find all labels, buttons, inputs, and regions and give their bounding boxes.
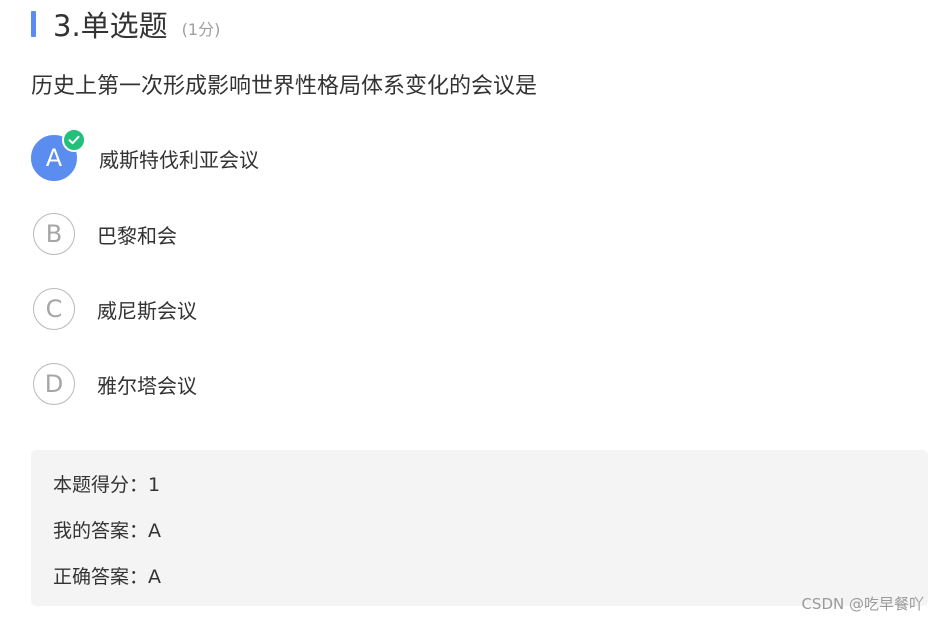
quiz-page: 3.单选题 (1分) 历史上第一次形成影响世界性格局体系变化的会议是 A 威斯特… xyxy=(0,0,939,622)
result-panel: 本题得分：1 我的答案：A 正确答案：A xyxy=(31,450,928,606)
option-c-text: 威尼斯会议 xyxy=(97,298,197,323)
option-b-letter: B xyxy=(45,220,63,248)
score-line: 本题得分：1 xyxy=(53,474,161,496)
option-d-circle[interactable]: D xyxy=(33,363,75,405)
check-icon xyxy=(62,128,86,152)
option-a-circle[interactable]: A xyxy=(31,128,86,181)
option-b-circle[interactable]: B xyxy=(33,213,75,255)
question-header: 3.单选题 (1分) xyxy=(31,4,220,44)
question-stem: 历史上第一次形成影响世界性格局体系变化的会议是 xyxy=(31,74,538,99)
option-b-text: 巴黎和会 xyxy=(97,223,177,248)
option-c[interactable]: C 威尼斯会议 xyxy=(31,286,197,332)
option-a-text: 威斯特伐利亚会议 xyxy=(99,147,259,172)
option-d-text: 雅尔塔会议 xyxy=(97,373,197,398)
option-c-letter: C xyxy=(45,295,63,323)
option-d-letter: D xyxy=(44,370,64,398)
option-b[interactable]: B 巴黎和会 xyxy=(31,211,177,257)
question-score: (1分) xyxy=(181,20,221,39)
option-a[interactable]: A 威斯特伐利亚会议 xyxy=(31,128,259,181)
my-answer-line: 我的答案：A xyxy=(53,520,161,542)
option-a-letter: A xyxy=(45,144,63,172)
title-accent-bar xyxy=(31,11,36,37)
option-d[interactable]: D 雅尔塔会议 xyxy=(31,361,197,407)
option-c-circle[interactable]: C xyxy=(33,288,75,330)
watermark: CSDN @吃早餐吖 xyxy=(801,595,924,613)
correct-answer-line: 正确答案：A xyxy=(53,566,161,588)
question-title: 3.单选题 xyxy=(53,9,168,43)
